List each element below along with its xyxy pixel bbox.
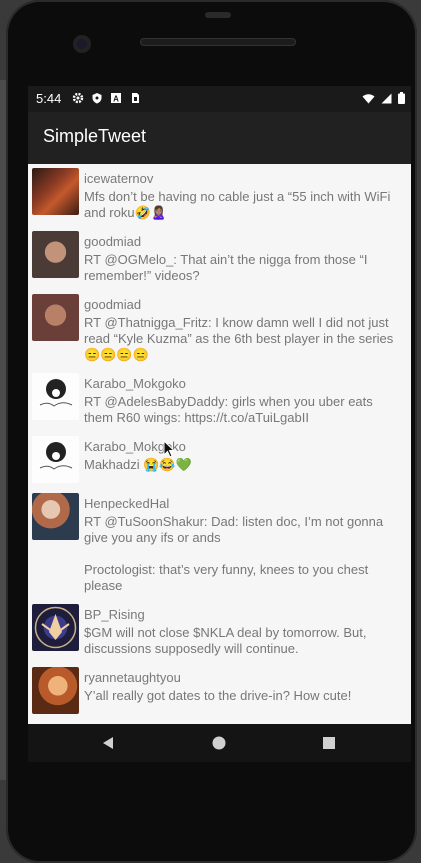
tweet-item[interactable]: Karabo_Mokgoko RT @AdelesBabyDaddy: girl…: [28, 369, 411, 432]
a-icon: A: [111, 93, 121, 104]
profile-avatar[interactable]: [32, 604, 79, 651]
profile-avatar[interactable]: [32, 231, 79, 278]
wifi-icon: [362, 93, 375, 103]
tweet-text: Makhadzi 😭😂💚: [84, 457, 192, 472]
device-screen: 5:44 A SimpleTweet icewaternov Mfs don’t…: [28, 86, 411, 762]
phone-frame: 5:44 A SimpleTweet icewaternov Mfs don’t…: [6, 0, 417, 863]
tweet-item[interactable]: HenpeckedHal RT @TuSoonShakur: Dad: list…: [28, 489, 411, 600]
earpiece-speaker: [140, 38, 296, 46]
afro-logo-icon: [39, 442, 73, 470]
mouse-cursor-icon: [163, 440, 175, 458]
profile-avatar[interactable]: [32, 373, 79, 420]
back-icon[interactable]: [101, 736, 115, 750]
tweet-item[interactable]: Karabo_Mokgoko Makhadzi 😭😂💚: [28, 432, 411, 489]
tweet-handle: ryannetaughtyou: [84, 670, 181, 685]
tweet-text: $GM will not close $NKLA deal by tomorro…: [84, 625, 367, 656]
tweet-item[interactable]: goodmiad RT @Thatnigga_Fritz: I know dam…: [28, 290, 411, 369]
recents-icon[interactable]: [322, 736, 336, 750]
app-bar: SimpleTweet: [28, 112, 411, 164]
tweet-text: RT @OGMelo_: That ain’t the nigga from t…: [84, 252, 368, 283]
battery-icon: [398, 92, 405, 104]
tweet-item[interactable]: icewaternov Mfs don’t be having no cable…: [28, 164, 411, 227]
tweet-handle: HenpeckedHal: [84, 496, 170, 511]
tweet-handle: BP_Rising: [84, 607, 145, 622]
phoenix-logo-icon: [34, 606, 77, 649]
status-bar: 5:44 A: [28, 86, 411, 112]
system-nav-bar: [28, 724, 411, 762]
tweet-handle: icewaternov: [84, 171, 154, 186]
tweet-text: RT @Thatnigga_Fritz: I know damn well I …: [84, 315, 394, 362]
status-right-icons: [362, 92, 405, 104]
tweet-text: Y’all really got dates to the drive-in? …: [84, 688, 352, 703]
tweet-timeline[interactable]: icewaternov Mfs don’t be having no cable…: [28, 164, 411, 724]
tweet-text: Mfs don’t be having no cable just a “55 …: [84, 189, 391, 220]
tweet-handle: goodmiad: [84, 234, 142, 249]
front-camera: [73, 35, 91, 53]
tweet-item[interactable]: goodmiad RT @OGMelo_: That ain’t the nig…: [28, 227, 411, 290]
sim-card-icon: [132, 93, 139, 103]
top-speaker: [205, 12, 231, 18]
profile-avatar[interactable]: [32, 168, 79, 215]
tweet-handle: Karabo_Mokgoko: [84, 439, 186, 454]
profile-avatar[interactable]: [32, 294, 79, 341]
tweet-text: RT @TuSoonShakur: Dad: listen doc, I’m n…: [84, 514, 384, 593]
tweet-text: RT @AdelesBabyDaddy: girls when you uber…: [84, 394, 373, 425]
profile-avatar[interactable]: [32, 436, 79, 483]
status-icons: A: [72, 92, 141, 104]
shield-icon: [92, 93, 102, 104]
gear-icon: [72, 92, 84, 104]
tweet-item[interactable]: BP_Rising $GM will not close $NKLA deal …: [28, 600, 411, 663]
tweet-item[interactable]: ryannetaughtyou Y’all really got dates t…: [28, 663, 411, 720]
profile-avatar[interactable]: [32, 493, 79, 540]
afro-logo-icon: [39, 379, 73, 407]
tweet-handle: Karabo_Mokgoko: [84, 376, 186, 391]
home-icon[interactable]: [212, 736, 226, 750]
svg-text:A: A: [113, 95, 119, 104]
signal-icon: [381, 93, 392, 103]
profile-avatar[interactable]: [32, 667, 79, 714]
tweet-handle: goodmiad: [84, 297, 142, 312]
status-time: 5:44: [36, 91, 62, 106]
app-title: SimpleTweet: [43, 126, 147, 146]
